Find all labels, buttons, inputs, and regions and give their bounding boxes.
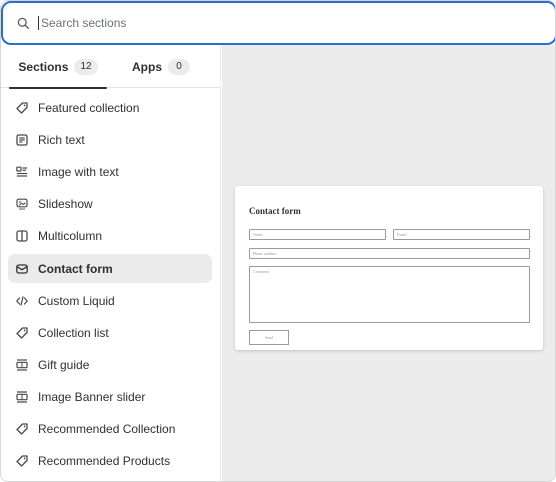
code-icon	[15, 294, 29, 308]
tab-apps[interactable]: Apps 0	[111, 45, 211, 88]
section-item-recommended-products[interactable]: Recommended Products	[8, 446, 212, 475]
tab-sections-label: Sections	[18, 59, 69, 74]
tag-icon	[15, 101, 29, 115]
section-item-contact-form[interactable]: Contact form	[8, 254, 212, 283]
tag-icon	[15, 326, 29, 340]
section-item-label: Recommended Collection	[38, 421, 176, 436]
grid-block-icon	[15, 390, 29, 404]
search-bar[interactable]	[1, 1, 555, 45]
section-item-label: Featured collection	[38, 100, 140, 115]
image-with-text-icon	[15, 165, 29, 179]
section-item-image-with-text[interactable]: Image with text	[8, 157, 212, 186]
section-item-label: Slideshow	[38, 196, 93, 211]
section-item-label: Image Banner slider	[38, 389, 146, 404]
section-item-multicolumn[interactable]: Multicolumn	[8, 221, 212, 250]
preview-phone-field: Phone number	[249, 248, 530, 259]
section-item-label: Contact form	[38, 261, 113, 276]
section-item-recommended-collection[interactable]: Recommended Collection	[8, 414, 212, 443]
preview-send-button: Send	[249, 330, 289, 345]
contact-form-preview: Contact form Name Email Phone number Com…	[235, 186, 543, 350]
section-item-rich-text[interactable]: Rich text	[8, 125, 212, 154]
section-item-label: Rich text	[38, 132, 85, 147]
preview-name-field: Name	[249, 229, 386, 240]
columns-icon	[15, 229, 29, 243]
section-item-collection-list[interactable]: Collection list	[8, 318, 212, 347]
tag-icon	[15, 422, 29, 436]
tab-sections-count: 12	[74, 58, 98, 75]
section-item-label: Image with text	[38, 164, 119, 179]
tab-sections[interactable]: Sections 12	[9, 45, 107, 89]
preview-canvas: Contact form Name Email Phone number Com…	[222, 45, 555, 481]
tab-apps-label: Apps	[132, 59, 162, 74]
section-item-label: Multicolumn	[38, 228, 103, 243]
section-item-label: Gift guide	[38, 357, 90, 372]
slideshow-icon	[15, 197, 29, 211]
tab-bar: Sections 12 Apps 0	[1, 45, 220, 89]
text-block-icon	[15, 133, 29, 147]
section-item-image-banner-slider[interactable]: Image Banner slider	[8, 382, 212, 411]
section-picker: Sections 12 Apps 0 Featured collection R…	[0, 0, 556, 482]
section-item-featured-collection[interactable]: Featured collection	[8, 93, 212, 122]
sidebar: Sections 12 Apps 0 Featured collection R…	[1, 45, 221, 481]
section-item-label: Recommended Products	[38, 453, 171, 468]
section-item-label: Custom Liquid	[38, 293, 115, 308]
email-icon	[15, 262, 29, 276]
section-item-gift-guide[interactable]: Gift guide	[8, 350, 212, 379]
preview-email-field: Email	[393, 229, 530, 240]
grid-block-icon	[15, 358, 29, 372]
section-item-custom-liquid[interactable]: Custom Liquid	[8, 286, 212, 315]
search-input[interactable]	[38, 16, 518, 30]
tab-apps-count: 0	[168, 58, 190, 75]
section-item-slideshow[interactable]: Slideshow	[8, 189, 212, 218]
preview-comment-field: Comment	[249, 266, 530, 323]
section-item-label: Collection list	[38, 325, 109, 340]
preview-title: Contact form	[249, 206, 301, 216]
tag-icon	[15, 454, 29, 468]
search-icon	[17, 17, 30, 30]
